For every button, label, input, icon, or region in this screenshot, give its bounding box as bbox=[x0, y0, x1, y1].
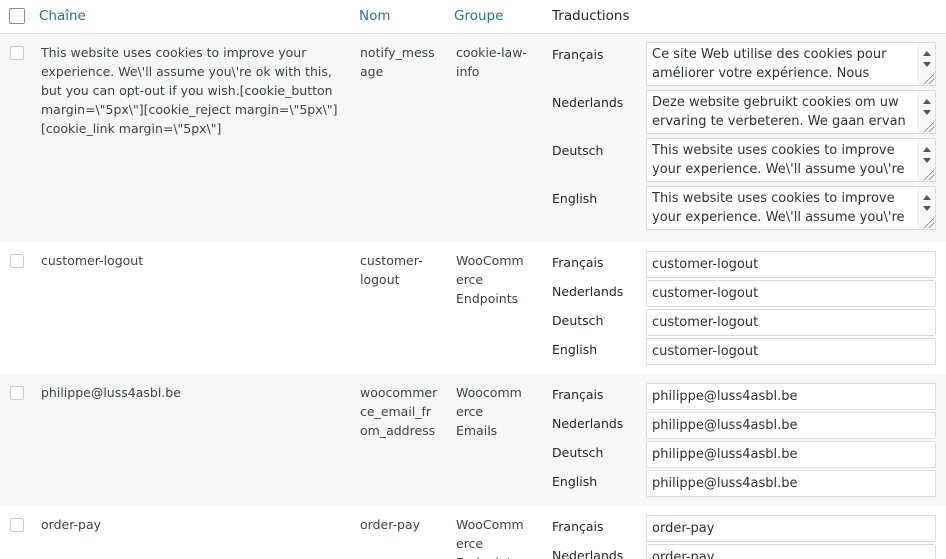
scroll-down-icon[interactable] bbox=[923, 62, 931, 67]
textarea-scrollbar[interactable] bbox=[918, 139, 935, 181]
translation-textarea-nl[interactable]: Deze website gebruikt cookies om uw erva… bbox=[646, 90, 936, 134]
language-label: Deutsch bbox=[552, 445, 604, 460]
language-label: Français bbox=[552, 519, 604, 534]
translation-input-nl[interactable]: philippe@luss4asbl.be bbox=[646, 412, 936, 439]
textarea-scrollbar[interactable] bbox=[918, 187, 935, 229]
translation-textarea-de[interactable]: This website uses cookies to improve you… bbox=[646, 138, 936, 182]
scroll-down-icon[interactable] bbox=[923, 158, 931, 163]
language-label: Nederlands bbox=[552, 284, 624, 299]
resize-grip-icon[interactable] bbox=[924, 218, 934, 228]
name-cell: order-pay bbox=[360, 517, 421, 532]
row-checkbox[interactable] bbox=[10, 386, 24, 400]
column-header-name[interactable]: Nom bbox=[359, 8, 391, 24]
table-header: Chaîne Nom Groupe Traductions bbox=[0, 0, 946, 34]
language-label: English bbox=[552, 191, 598, 206]
translation-input-de[interactable]: philippe@luss4asbl.be bbox=[646, 441, 936, 468]
translation-input-fr[interactable]: order-pay bbox=[646, 515, 936, 542]
resize-grip-icon[interactable] bbox=[924, 122, 934, 132]
language-label: Deutsch bbox=[552, 313, 604, 328]
scroll-down-icon[interactable] bbox=[923, 110, 931, 115]
name-cell: notify_message bbox=[360, 45, 435, 79]
resize-grip-icon[interactable] bbox=[924, 170, 934, 180]
name-cell: woocommerce_email_from_address bbox=[360, 385, 438, 438]
table-row: philippe@luss4asbl.be woocommerce_email_… bbox=[0, 374, 946, 506]
group-cell: cookie-law-info bbox=[456, 45, 527, 79]
language-label: English bbox=[552, 474, 598, 489]
string-cell: philippe@luss4asbl.be bbox=[41, 385, 181, 400]
scroll-up-icon[interactable] bbox=[923, 147, 931, 152]
column-header-translations: Traductions bbox=[552, 8, 630, 24]
group-cell: WooCommerce Endpoints bbox=[456, 253, 524, 306]
language-label: Nederlands bbox=[552, 95, 624, 110]
scroll-up-icon[interactable] bbox=[923, 51, 931, 56]
column-header-group[interactable]: Groupe bbox=[454, 8, 503, 24]
group-cell: WooCommerce Endpoints bbox=[456, 517, 524, 559]
textarea-scrollbar[interactable] bbox=[918, 43, 935, 85]
name-cell: customer-logout bbox=[360, 253, 423, 287]
language-label: Français bbox=[552, 255, 604, 270]
column-header-string[interactable]: Chaîne bbox=[39, 8, 86, 24]
language-label: Français bbox=[552, 47, 604, 62]
translation-input-fr[interactable]: customer-logout bbox=[646, 251, 936, 278]
translation-input-de[interactable]: customer-logout bbox=[646, 309, 936, 336]
resize-grip-icon[interactable] bbox=[924, 74, 934, 84]
select-all-checkbox[interactable] bbox=[9, 8, 25, 24]
string-cell: customer-logout bbox=[41, 253, 144, 268]
table-row: order-pay order-pay WooCommerce Endpoint… bbox=[0, 506, 946, 559]
row-checkbox[interactable] bbox=[10, 254, 24, 268]
string-cell: order-pay bbox=[41, 517, 102, 532]
translation-input-fr[interactable]: philippe@luss4asbl.be bbox=[646, 383, 936, 410]
translation-textarea-fr[interactable]: Ce site Web utilise des cookies pour amé… bbox=[646, 42, 936, 86]
language-label: Deutsch bbox=[552, 143, 604, 158]
table-row: This website uses cookies to improve you… bbox=[0, 34, 946, 242]
translation-input-nl[interactable]: customer-logout bbox=[646, 280, 936, 307]
textarea-scrollbar[interactable] bbox=[918, 91, 935, 133]
language-label: Nederlands bbox=[552, 416, 624, 431]
row-checkbox[interactable] bbox=[10, 518, 24, 532]
scroll-down-icon[interactable] bbox=[923, 206, 931, 211]
row-checkbox[interactable] bbox=[10, 46, 24, 60]
language-label: English bbox=[552, 342, 598, 357]
translation-input-nl[interactable]: order-pay bbox=[646, 544, 936, 559]
translation-input-en[interactable]: customer-logout bbox=[646, 338, 936, 365]
string-cell: This website uses cookies to improve you… bbox=[41, 45, 338, 136]
group-cell: Woocommerce Emails bbox=[456, 385, 522, 438]
scroll-up-icon[interactable] bbox=[923, 99, 931, 104]
language-label: Nederlands bbox=[552, 548, 624, 559]
language-label: Français bbox=[552, 387, 604, 402]
translation-input-en[interactable]: philippe@luss4asbl.be bbox=[646, 470, 936, 497]
table-row: customer-logout customer-logout WooComme… bbox=[0, 242, 946, 374]
translation-textarea-en[interactable]: This website uses cookies to improve you… bbox=[646, 186, 936, 230]
scroll-up-icon[interactable] bbox=[923, 195, 931, 200]
